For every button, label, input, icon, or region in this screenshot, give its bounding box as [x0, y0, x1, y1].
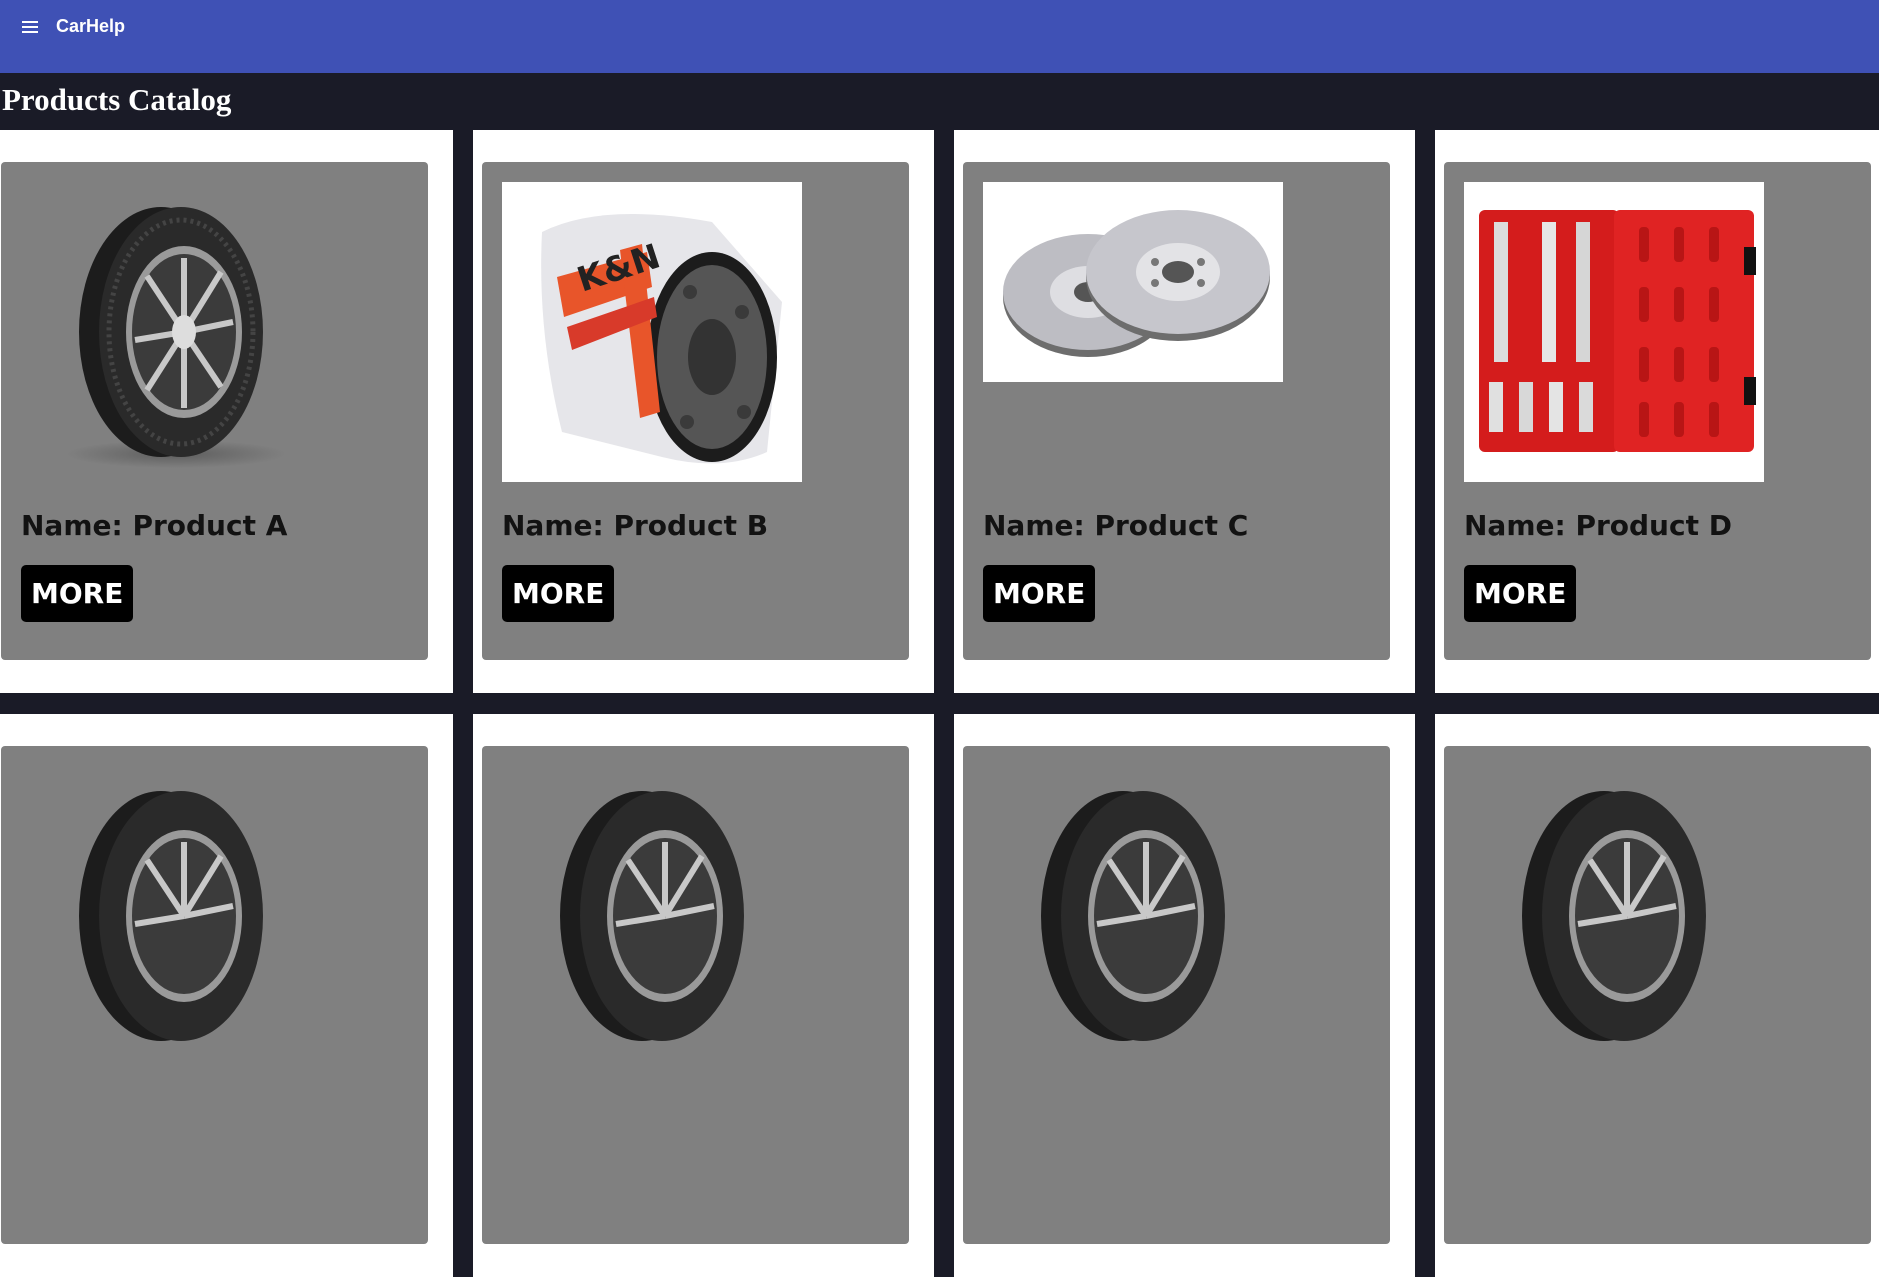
product-card: Name: Product D MORE: [1435, 130, 1879, 693]
product-card-content: Name: Product D MORE: [1444, 162, 1871, 660]
tire-image: [21, 766, 321, 1066]
more-button[interactable]: MORE: [983, 565, 1096, 622]
more-button[interactable]: MORE: [21, 565, 134, 622]
product-card: [954, 714, 1415, 1277]
product-card-content: [482, 746, 909, 1244]
page-title: Products Catalog: [2, 82, 232, 117]
product-card: Name: Product C MORE: [954, 130, 1415, 693]
product-card: Name: Product A MORE: [0, 130, 453, 693]
product-card: [0, 714, 453, 1277]
oil-filter-image: K&N: [502, 182, 802, 482]
product-card: [1435, 714, 1879, 1277]
product-name: Name: Product A: [21, 509, 288, 542]
product-card: K&N Name: Product B MORE: [473, 130, 934, 693]
app-title[interactable]: CarHelp: [56, 16, 125, 37]
tire-image: [502, 766, 802, 1066]
more-button[interactable]: MORE: [1464, 565, 1577, 622]
product-card: [473, 714, 934, 1277]
product-card-content: [1444, 746, 1871, 1244]
menu-icon[interactable]: [22, 18, 42, 36]
product-card-content: [1, 746, 428, 1244]
product-card-content: [963, 746, 1390, 1244]
product-name: Name: Product B: [502, 509, 769, 542]
tire-image: [983, 766, 1283, 1066]
more-button[interactable]: MORE: [502, 565, 615, 622]
tire-image: [1464, 766, 1764, 1066]
product-name: Name: Product C: [983, 509, 1249, 542]
product-card-content: Name: Product A MORE: [1, 162, 428, 660]
product-card-content: Name: Product C MORE: [963, 162, 1390, 660]
app-bar: CarHelp: [0, 0, 1879, 73]
socket-set-case-image: [1464, 182, 1764, 482]
brake-discs-image: [983, 182, 1283, 382]
product-card-content: K&N Name: Product B MORE: [482, 162, 909, 660]
tire-image: [21, 182, 321, 482]
product-name: Name: Product D: [1464, 509, 1732, 542]
